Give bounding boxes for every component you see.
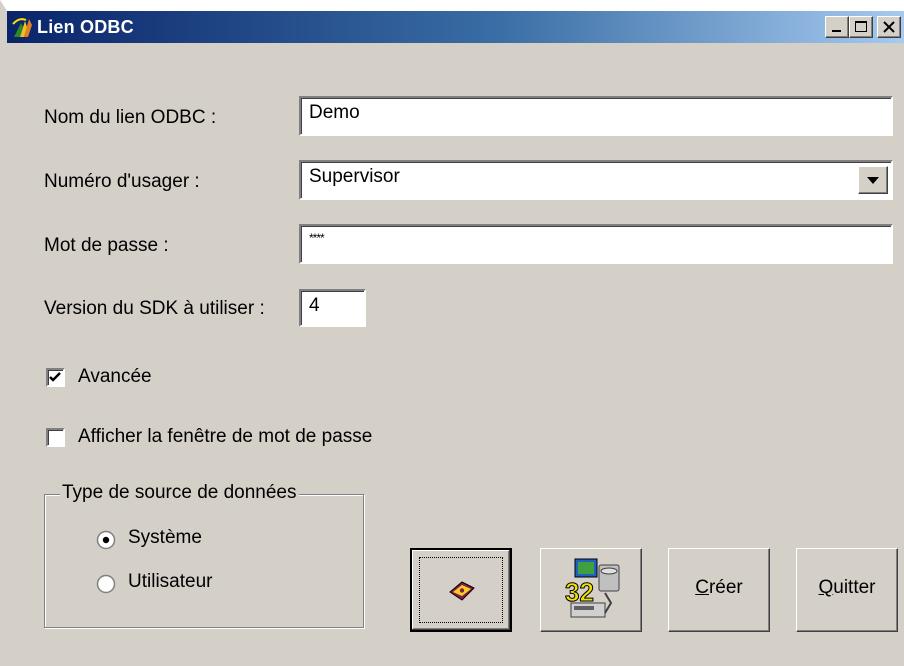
show-password-window-label[interactable]: Afficher la fenêtre de mot de passe <box>78 426 372 448</box>
create-button-label: Créer <box>695 577 743 598</box>
radio-system[interactable] <box>96 530 116 550</box>
create-button[interactable]: Créer <box>668 548 770 632</box>
odbc-admin-button[interactable]: 32 <box>540 548 642 632</box>
maximize-icon <box>855 21 867 32</box>
password-input[interactable]: **** <box>299 224 893 264</box>
quit-button[interactable]: Quitter <box>796 548 898 632</box>
help-button[interactable] <box>410 548 512 632</box>
sdk-version-label: Version du SDK à utiliser : <box>44 298 265 319</box>
window-title: Lien ODBC <box>37 17 134 37</box>
link-name-input[interactable]: Demo <box>299 96 893 136</box>
help-book-icon <box>449 581 475 601</box>
minimize-icon <box>832 30 841 32</box>
chevron-down-icon <box>867 177 879 184</box>
odbc-32-admin-icon: 32 <box>565 558 620 618</box>
sdk-version-input[interactable]: 4 <box>299 289 366 327</box>
advanced-checkbox[interactable] <box>46 368 65 387</box>
link-name-label: Nom du lien ODBC : <box>44 107 217 128</box>
advanced-label[interactable]: Avancée <box>78 366 152 388</box>
radio-system-label[interactable]: Système <box>128 527 202 549</box>
user-dropdown-button[interactable] <box>858 166 888 194</box>
show-password-window-checkbox[interactable] <box>46 428 65 447</box>
user-label: Numéro d'usager : <box>44 171 200 192</box>
close-icon <box>883 21 895 33</box>
datasource-type-group <box>44 494 364 628</box>
password-label: Mot de passe : <box>44 235 169 256</box>
user-combobox[interactable]: Supervisor <box>299 160 893 200</box>
radio-user-label[interactable]: Utilisateur <box>128 571 212 593</box>
radio-user[interactable] <box>96 574 116 594</box>
maximize-button[interactable] <box>849 16 873 38</box>
close-button[interactable] <box>877 16 901 38</box>
title-bar[interactable]: Lien ODBC <box>7 11 904 43</box>
app-icon <box>11 15 35 39</box>
datasource-type-legend: Type de source de données <box>60 482 299 504</box>
minimize-button[interactable] <box>825 16 849 38</box>
user-value: Supervisor <box>309 166 400 187</box>
quit-button-label: Quitter <box>818 577 876 598</box>
checkmark-icon <box>49 372 61 382</box>
